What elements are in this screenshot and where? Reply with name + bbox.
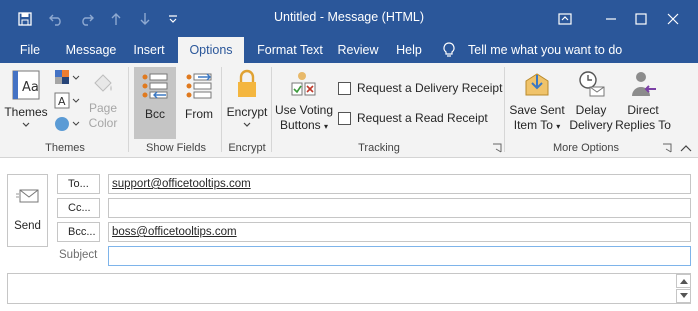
page-color-button[interactable]: Page Color (84, 69, 122, 131)
from-icon (186, 73, 212, 99)
save-sent-item-to-button[interactable]: Save Sent Item To ▾ (506, 69, 568, 134)
tab-file[interactable]: File (10, 37, 50, 63)
themes-icon: Aa (12, 70, 40, 100)
svg-text:A: A (58, 95, 66, 108)
group-separator (271, 67, 272, 152)
tab-review[interactable]: Review (333, 37, 383, 63)
bcc-field[interactable]: boss@officetooltips.com (108, 222, 691, 242)
tracking-group-label: Tracking (358, 142, 400, 154)
to-button[interactable]: To... (57, 174, 100, 194)
tab-help[interactable]: Help (389, 37, 429, 63)
encrypt-button[interactable]: Encrypt (224, 69, 270, 128)
ribbon: Aa Themes A Page Color Themes Bcc From S… (0, 63, 698, 158)
delay-delivery-button[interactable]: Delay Delivery (568, 69, 614, 133)
scroll-up-icon[interactable] (676, 274, 691, 288)
group-separator (504, 67, 505, 152)
to-address[interactable]: support@officetooltips.com (112, 178, 251, 190)
fonts-icon: A (54, 92, 80, 109)
chevron-down-icon: ▾ (556, 122, 561, 131)
delivery-receipt-checkbox[interactable]: Request a Delivery Receipt (338, 81, 502, 95)
tab-message[interactable]: Message (58, 37, 124, 63)
use-voting-buttons-button[interactable]: Use Voting Buttons ▾ (274, 69, 334, 134)
bcc-address[interactable]: boss@officetooltips.com (112, 226, 237, 238)
checkbox-box[interactable] (338, 111, 351, 125)
message-body[interactable] (7, 273, 691, 304)
send-button[interactable]: Send (7, 174, 48, 247)
checkbox-box[interactable] (338, 81, 351, 95)
tell-me-text: Tell me what you want to do (468, 43, 623, 57)
lightbulb-icon (443, 42, 455, 57)
ribbon-display-options-icon[interactable] (542, 0, 588, 37)
group-separator (128, 67, 129, 152)
scroll-down-icon[interactable] (676, 289, 691, 303)
encrypt-group-label: Encrypt (228, 142, 266, 154)
themes-button[interactable]: Aa Themes (4, 69, 48, 128)
show-fields-group-label: Show Fields (146, 142, 206, 154)
dialog-launcher-icon[interactable] (492, 143, 502, 153)
direct-replies-to-button[interactable]: Direct Replies To (614, 69, 672, 133)
clock-envelope-icon (579, 71, 605, 97)
bcc-toggle-button[interactable]: Bcc (134, 67, 176, 139)
chevron-down-icon (22, 122, 30, 127)
chevron-down-icon: ▾ (324, 122, 329, 131)
svg-text:Aa: Aa (22, 80, 39, 95)
ribbon-tab-bar: File Message Insert Options Format Text … (0, 37, 698, 63)
subject-label: Subject (59, 249, 98, 261)
group-separator (221, 67, 222, 152)
tell-me-box[interactable]: Tell me what you want to do (442, 37, 622, 63)
voting-icon (291, 72, 316, 96)
send-envelope-icon (16, 189, 39, 203)
tab-insert[interactable]: Insert (124, 37, 174, 63)
colors-button[interactable] (52, 69, 82, 91)
direct-replies-icon (632, 72, 656, 96)
chevron-down-icon (243, 122, 251, 127)
from-toggle-button[interactable]: From (180, 67, 218, 122)
title-bar: Untitled - Message (HTML) (0, 0, 698, 37)
paint-bucket-icon (94, 74, 112, 92)
fonts-button[interactable]: A (52, 92, 82, 114)
subject-field[interactable] (108, 246, 691, 266)
bcc-button[interactable]: Bcc... (57, 222, 100, 242)
close-icon[interactable] (650, 0, 696, 37)
tab-format-text[interactable]: Format Text (250, 37, 330, 63)
themes-group-label: Themes (45, 142, 85, 154)
effects-button[interactable] (52, 115, 82, 137)
read-receipt-checkbox[interactable]: Request a Read Receipt (338, 111, 488, 125)
colors-icon (55, 70, 80, 84)
dialog-launcher-icon[interactable] (662, 143, 672, 153)
cc-button[interactable]: Cc... (57, 198, 100, 218)
lock-icon (238, 69, 256, 97)
more-options-group-label: More Options (552, 142, 620, 154)
tab-options[interactable]: Options (178, 37, 244, 63)
collapse-ribbon-icon[interactable] (680, 143, 692, 153)
bcc-icon (142, 73, 168, 99)
effects-icon (55, 117, 80, 131)
cc-field[interactable] (108, 198, 691, 218)
to-field[interactable]: support@officetooltips.com (108, 174, 691, 194)
compose-area: Send To... support@officetooltips.com Cc… (0, 159, 698, 311)
save-sent-icon (525, 73, 549, 96)
